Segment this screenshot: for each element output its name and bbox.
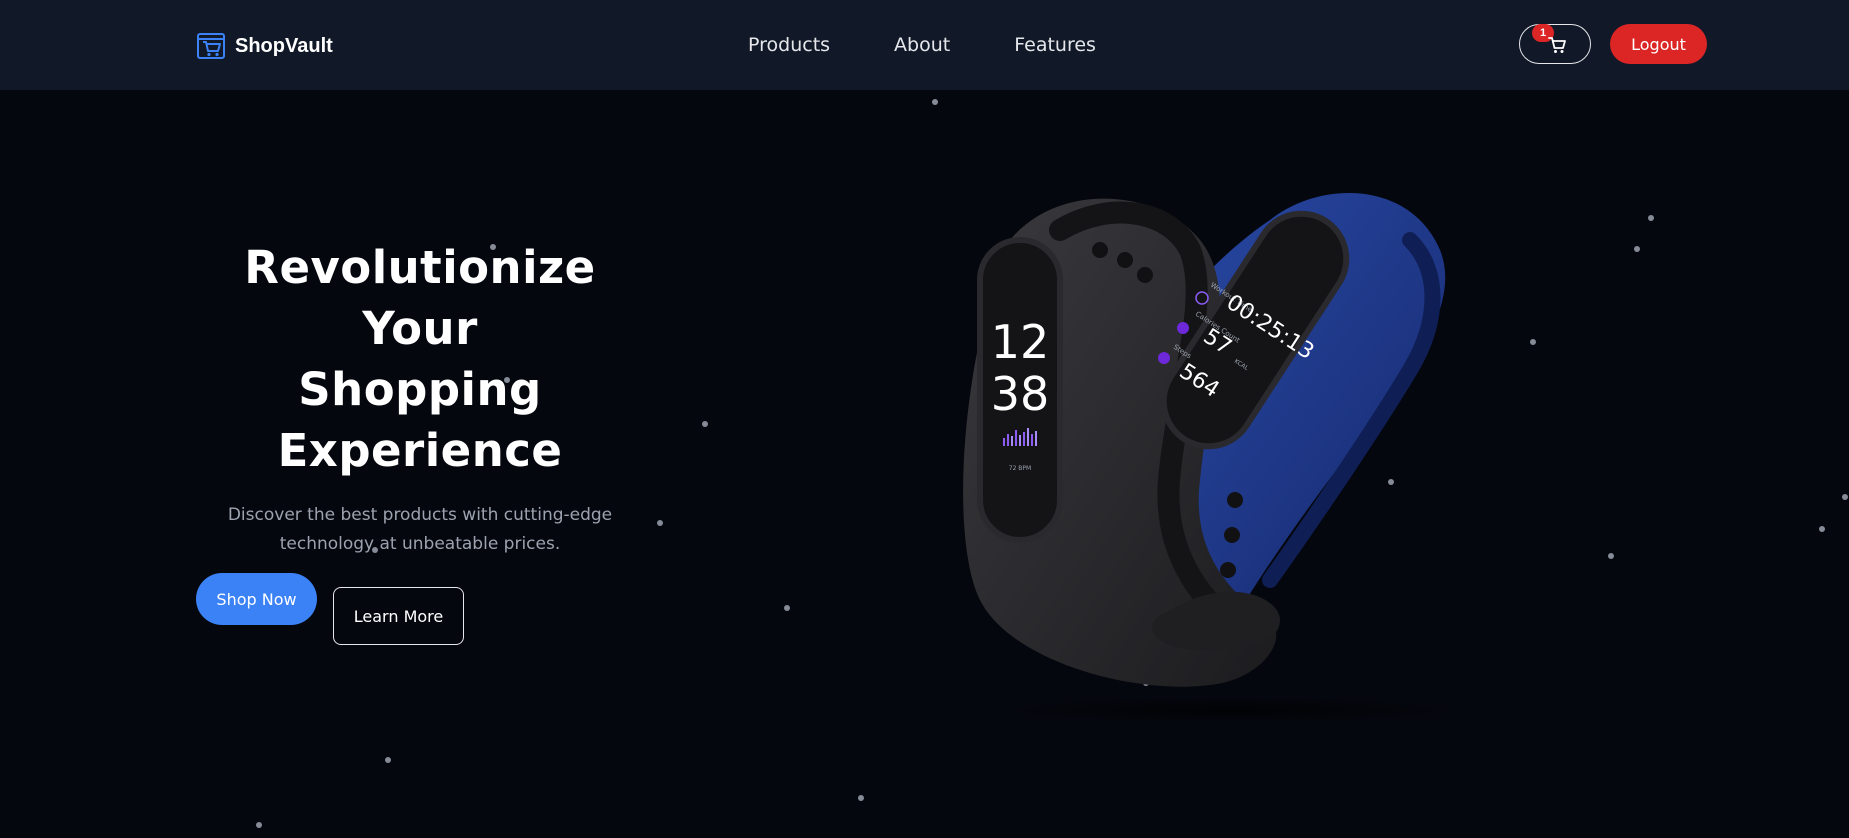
particle [702, 421, 708, 427]
particle [932, 99, 938, 105]
particle [1648, 215, 1654, 221]
hero-title-line: Experience [277, 424, 563, 477]
hero-title: Revolutionize Your Shopping Experience [200, 237, 640, 481]
particle [1634, 246, 1640, 252]
particle [1608, 553, 1614, 559]
hero-subtitle: Discover the best products with cutting-… [220, 501, 620, 559]
cart-button[interactable]: 1 [1519, 24, 1591, 64]
fitness-band-image: 12 38 72 BPM Workout Time 00:25:13 Calor… [940, 180, 1520, 720]
cart-icon [1547, 35, 1567, 58]
particle [858, 795, 864, 801]
logout-button[interactable]: Logout [1610, 24, 1707, 64]
main-nav: Products About Features [748, 34, 1096, 56]
particle [1530, 339, 1536, 345]
learn-more-button[interactable]: Learn More [333, 587, 464, 645]
nav-link-features[interactable]: Features [1014, 34, 1096, 56]
band-clock-hour: 12 [991, 315, 1050, 369]
hero-title-line: Your [362, 302, 478, 355]
shop-now-button[interactable]: Shop Now [196, 573, 317, 625]
nav-link-about[interactable]: About [894, 34, 950, 56]
hero-title-line: Revolutionize [244, 241, 596, 294]
landing-page: ShopVault Products About Features 1 Logo… [0, 0, 1849, 838]
heart-rate-label: 72 BPM [1009, 465, 1031, 472]
hero-title-line: Shopping [298, 363, 542, 416]
particle [385, 757, 391, 763]
band-clock-minute: 38 [991, 367, 1050, 421]
shopping-cart-icon [197, 33, 225, 59]
top-navbar: ShopVault Products About Features 1 Logo… [0, 0, 1849, 90]
brand-name: ShopVault [235, 34, 333, 57]
particle [1819, 526, 1825, 532]
brand-logo[interactable]: ShopVault [197, 31, 333, 61]
particle [256, 822, 262, 828]
particle [657, 520, 663, 526]
hero-subtitle-line: Discover the best products with cutting-… [227, 505, 613, 525]
particle [784, 605, 790, 611]
hero-subtitle-line: technology at unbeatable prices. [279, 534, 561, 554]
particle [1842, 494, 1848, 500]
nav-link-products[interactable]: Products [748, 34, 830, 56]
